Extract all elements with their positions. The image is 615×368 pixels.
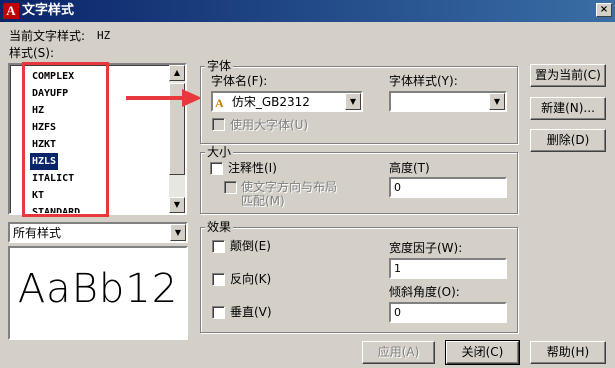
app-icon: A <box>3 3 19 19</box>
preview-text: AaBb12 <box>17 266 179 312</box>
close-icon[interactable]: × <box>596 3 612 17</box>
match-orientation-label-line1: 使文字方向与布局 <box>241 180 338 194</box>
annotative-checkbox[interactable] <box>210 162 223 175</box>
font-name-select[interactable]: A 仿宋_GB2312 ▼ <box>211 91 363 112</box>
arrow-icon <box>126 89 202 107</box>
match-orientation-checkbox[interactable] <box>224 181 237 194</box>
width-factor-label: 宽度因子(W): <box>389 241 463 255</box>
annotative-label: 注释性(I) <box>228 161 277 175</box>
backwards-label: 反向(K) <box>230 272 272 286</box>
style-filter-value: 所有样式 <box>13 226 62 240</box>
font-style-label: 字体样式(Y): <box>389 74 458 88</box>
height-label: 高度(T) <box>389 161 430 175</box>
apply-button[interactable]: 应用(A) <box>362 341 435 364</box>
help-button[interactable]: 帮助(H) <box>530 341 606 364</box>
scroll-down-icon[interactable]: ▼ <box>169 197 185 213</box>
preview-pane: AaBb12 <box>8 246 188 340</box>
set-current-button[interactable]: 置为当前(C) <box>530 64 606 87</box>
effects-group-label: 效果 <box>205 220 234 234</box>
font-name-label: 字体名(F): <box>211 74 268 88</box>
font-type-icon: A <box>215 96 224 110</box>
title-bar[interactable]: A 文字样式 × <box>0 0 615 22</box>
styles-label: 样式(S): <box>9 46 55 60</box>
backwards-checkbox[interactable] <box>212 273 225 286</box>
highlight-box <box>22 62 109 217</box>
window-title: 文字样式 <box>22 3 75 18</box>
current-style-value: HZ <box>97 29 111 42</box>
chevron-down-icon[interactable]: ▼ <box>345 93 361 110</box>
oblique-label: 倾斜角度(O): <box>389 285 460 299</box>
delete-button[interactable]: 删除(D) <box>530 129 606 152</box>
scroll-up-icon[interactable]: ▲ <box>169 65 185 81</box>
font-style-select[interactable]: ▼ <box>389 91 507 112</box>
upside-down-checkbox[interactable] <box>212 240 225 253</box>
close-button[interactable]: 关闭(C) <box>445 340 520 365</box>
font-name-value: 仿宋_GB2312 <box>231 95 310 109</box>
chevron-down-icon[interactable]: ▼ <box>170 224 186 241</box>
match-orientation-label-line2: 匹配(M) <box>241 194 285 208</box>
width-factor-input[interactable]: 1 <box>389 258 507 279</box>
big-font-label: 使用大字体(U) <box>230 118 309 132</box>
chevron-down-icon[interactable]: ▼ <box>489 93 505 110</box>
height-input[interactable]: 0 <box>389 177 507 198</box>
style-filter-select[interactable]: 所有样式 ▼ <box>8 222 188 243</box>
current-style-label: 当前文字样式: <box>9 29 86 43</box>
upside-down-label: 颠倒(E) <box>230 239 271 253</box>
new-button[interactable]: 新建(N)... <box>530 97 606 120</box>
oblique-input[interactable]: 0 <box>389 302 507 323</box>
size-group-label: 大小 <box>205 145 234 159</box>
vertical-checkbox[interactable] <box>212 306 225 319</box>
vertical-label: 垂直(V) <box>230 305 272 319</box>
big-font-checkbox[interactable] <box>212 118 225 131</box>
font-group-label: 字体 <box>205 59 234 73</box>
